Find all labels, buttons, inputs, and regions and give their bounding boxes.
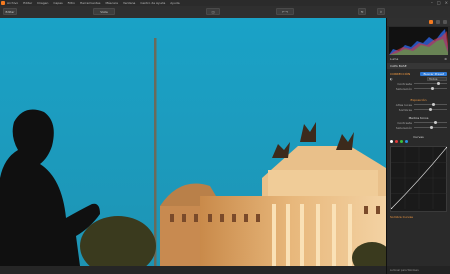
undo-redo-button[interactable]: ↶ ↷	[276, 8, 294, 15]
slider-shadows[interactable]: Sombras	[387, 107, 450, 112]
layers-tab-icon[interactable]	[436, 20, 440, 24]
edit-mode-button[interactable]: Editar	[3, 8, 17, 15]
histogram-options: Luma ⚙	[387, 56, 450, 61]
shadows-track	[414, 108, 447, 111]
compare-icon: ◫	[211, 9, 215, 14]
rgb-channel-icon[interactable]	[390, 139, 393, 143]
shadows-label: Sombras	[398, 107, 412, 112]
section-layer[interactable]: CAPA BASE	[387, 63, 450, 69]
footer-tip: Luminar para Windows	[387, 266, 450, 274]
close-icon[interactable]: ×	[445, 0, 448, 5]
adjust-tab-icon[interactable]	[429, 20, 433, 24]
menu-edit[interactable]: Editar	[23, 1, 32, 5]
menu-mask[interactable]: Máscara	[105, 1, 118, 5]
export-icon: ⇪	[379, 9, 383, 14]
shadows-knob[interactable]	[428, 108, 432, 111]
channel-dropdown[interactable]: Todos	[427, 76, 447, 81]
app-logo-icon	[1, 1, 5, 5]
curve-channels	[387, 139, 450, 144]
menu-window[interactable]: Ventana	[123, 1, 135, 5]
slider-1-label: Contraste	[397, 81, 412, 86]
curves-graph[interactable]	[389, 145, 449, 212]
menu-help-center[interactable]: Centro de Ayuda	[140, 1, 165, 5]
curves-svg	[389, 145, 449, 211]
slider-2-label: Saturación	[395, 86, 412, 91]
histogram	[389, 27, 448, 55]
export-button[interactable]: ⇪	[377, 8, 385, 15]
history-button[interactable]: ⟲	[358, 8, 366, 15]
midtones-2-label: Saturación	[395, 125, 412, 130]
photo-image	[0, 18, 386, 266]
section2-title: CORRECCIÓN	[390, 71, 411, 76]
settings-icon[interactable]: ⚙	[444, 57, 447, 61]
menu-filter[interactable]: Filtro	[68, 1, 75, 5]
menu-file[interactable]: Archivo	[7, 1, 18, 5]
maximize-icon[interactable]: □	[437, 0, 441, 5]
history-tab-icon[interactable]	[443, 20, 447, 24]
adjustments-panel: Luma ⚙ CAPA BASE CORRECCIÓN Buscar Prese…	[386, 18, 450, 274]
histogram-label: Luma	[390, 56, 399, 61]
green-channel-icon[interactable]	[400, 139, 403, 143]
photo-canvas[interactable]	[0, 18, 386, 266]
slider-2[interactable]: Saturación	[387, 86, 450, 91]
midtones-2-track	[414, 126, 447, 129]
red-channel-icon[interactable]	[395, 139, 398, 143]
menu-help[interactable]: Ayuda	[170, 1, 179, 5]
footer-section: Sombra Curvas	[387, 214, 450, 219]
slider-midtones-2[interactable]: Saturación	[387, 125, 450, 130]
midtones-label: Contraste	[397, 120, 412, 125]
preset-button[interactable]: Buscar Preset	[420, 71, 447, 76]
view-label: Vista	[100, 9, 108, 14]
menu-image[interactable]: Imagen	[37, 1, 48, 5]
compare-button[interactable]: ◫	[206, 8, 220, 15]
section-layer-title: CAPA BASE	[390, 64, 407, 68]
midtones-knob[interactable]	[433, 121, 437, 124]
edit-mode-label: Editar	[5, 9, 15, 14]
channel-label-icon: ◐	[390, 76, 393, 81]
slider-2-knob[interactable]	[430, 87, 434, 90]
highlights-track	[414, 103, 447, 106]
footer-section-label: Sombra Curvas	[390, 214, 413, 219]
slider-1-track	[414, 82, 447, 85]
history-icon: ⟲	[360, 9, 364, 14]
histogram-graph	[389, 29, 448, 55]
highlights-knob[interactable]	[432, 103, 436, 106]
menu-tools[interactable]: Herramientas	[80, 1, 100, 5]
midtones-2-knob[interactable]	[429, 126, 433, 129]
menu-layers[interactable]: Capas	[53, 1, 62, 5]
undo-icon: ↶ ↷	[282, 9, 288, 14]
highlights-label: Altas luces	[395, 102, 412, 107]
midtones-track	[414, 121, 447, 124]
minimize-icon[interactable]: –	[431, 0, 433, 5]
panel-tabs	[387, 18, 450, 26]
slider-1-knob[interactable]	[437, 82, 441, 85]
status-bar	[0, 266, 386, 274]
view-dropdown[interactable]: Vista	[93, 8, 115, 15]
slider-2-track	[414, 87, 447, 90]
blue-channel-icon[interactable]	[405, 139, 408, 143]
